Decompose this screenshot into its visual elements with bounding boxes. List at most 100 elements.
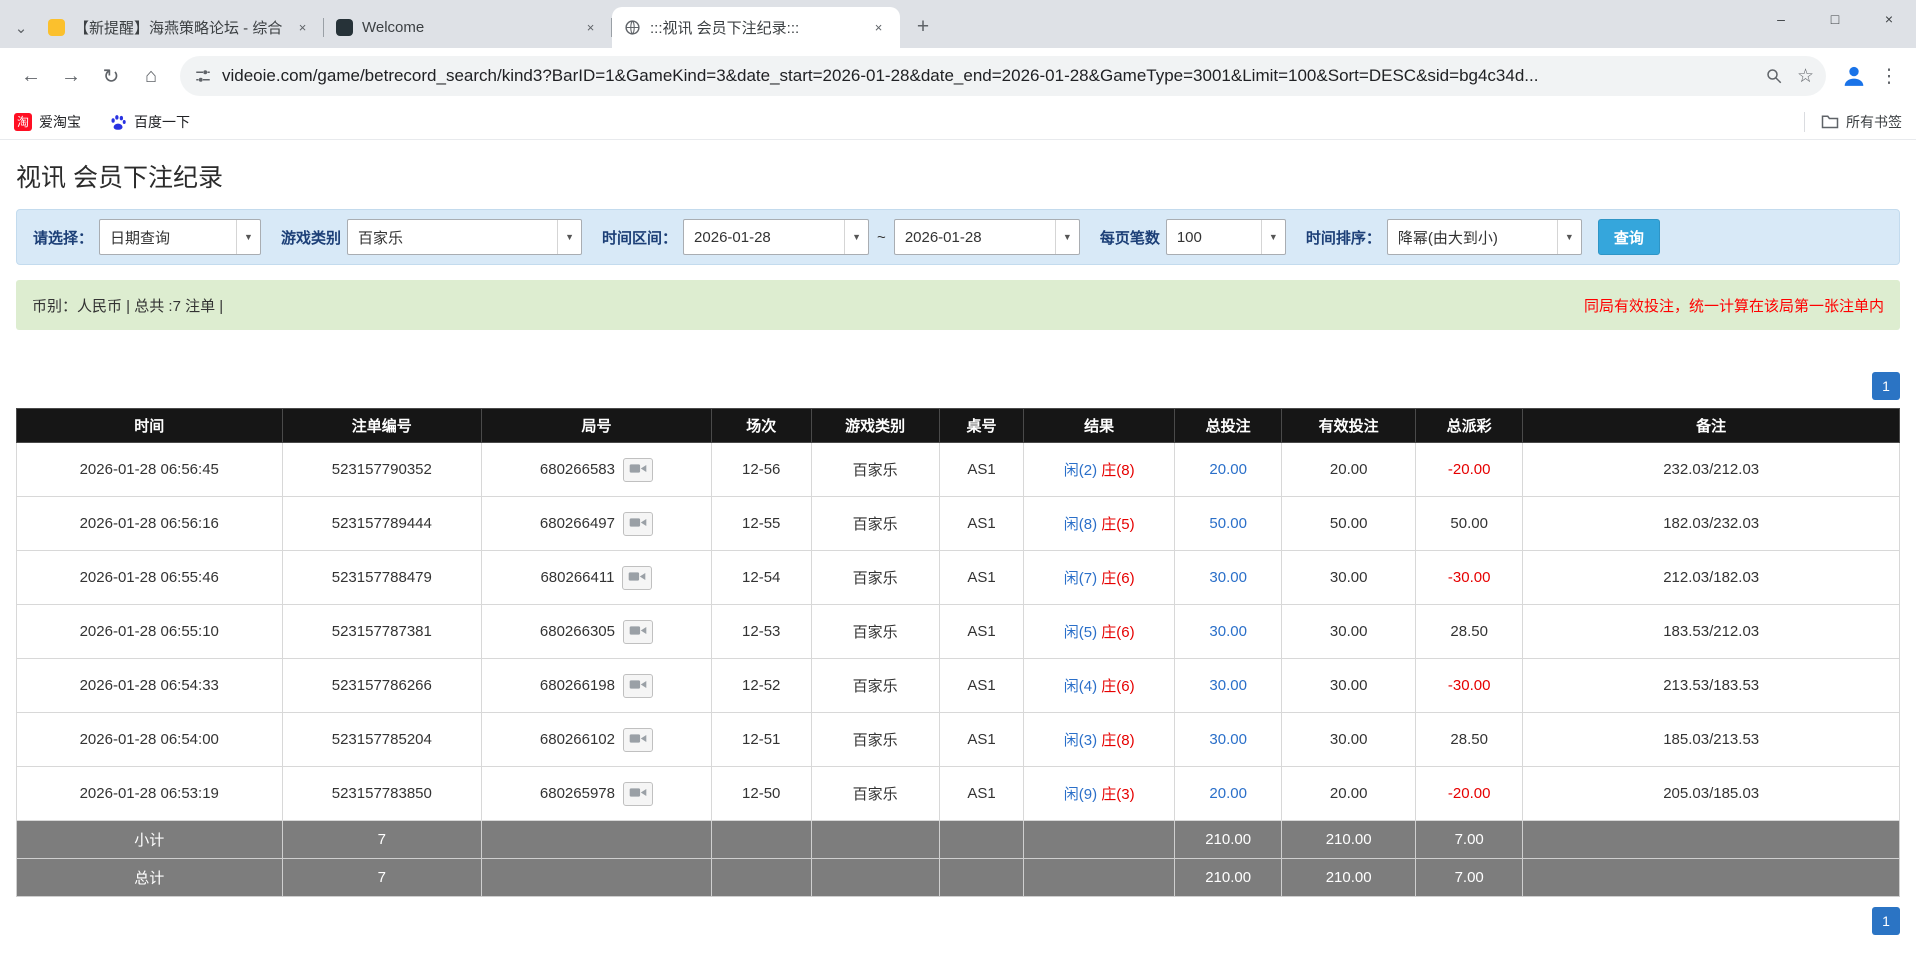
bookmark-baidu[interactable]: 百度一下: [109, 112, 190, 132]
round-replay-button[interactable]: [623, 782, 653, 806]
page-size-select[interactable]: 100 ▼: [1166, 219, 1286, 255]
total-bet-link[interactable]: 20.00: [1209, 785, 1247, 802]
total-bet-link[interactable]: 30.00: [1209, 677, 1247, 694]
forward-button[interactable]: →: [52, 57, 90, 95]
address-bar[interactable]: videoie.com/game/betrecord_search/kind3?…: [180, 56, 1826, 96]
total-row: 总计7210.00210.007.00: [17, 859, 1900, 897]
round-replay-button[interactable]: [622, 566, 652, 590]
maximize-button[interactable]: □: [1808, 0, 1862, 38]
chevron-down-icon[interactable]: ▼: [1261, 220, 1285, 254]
bookmark-label: 爱淘宝: [39, 112, 81, 132]
site-info-icon[interactable]: [194, 67, 212, 85]
valid-bet-cell: 20.00: [1282, 767, 1416, 821]
total-bet-link[interactable]: 30.00: [1209, 569, 1247, 586]
sum-valid-bet-cell: 210.00: [1282, 821, 1416, 859]
minimize-button[interactable]: –: [1754, 0, 1808, 38]
game-type-select[interactable]: 百家乐 ▼: [347, 219, 582, 255]
round-cell: 680266305: [482, 605, 712, 659]
session-cell: 12-51: [711, 713, 811, 767]
url-text[interactable]: videoie.com/game/betrecord_search/kind3?…: [222, 66, 1755, 86]
valid-bet-cell: 30.00: [1282, 713, 1416, 767]
home-button[interactable]: ⌂: [132, 57, 170, 95]
banker-result: 庄(5): [1101, 516, 1134, 533]
date-start-select[interactable]: 2026-01-28 ▼: [683, 219, 869, 255]
back-button[interactable]: ←: [12, 57, 50, 95]
profile-icon[interactable]: [1836, 58, 1872, 94]
page-1-button[interactable]: 1: [1872, 907, 1900, 935]
chevron-down-icon[interactable]: ▼: [236, 220, 260, 254]
round-number: 680266305: [540, 622, 615, 639]
game-type-label: 游戏类别: [281, 227, 341, 248]
payout-cell: 50.00: [1416, 497, 1523, 551]
tab-close-icon[interactable]: ×: [293, 18, 312, 37]
session-cell: 12-54: [711, 551, 811, 605]
round-replay-button[interactable]: [623, 728, 653, 752]
sort-select[interactable]: 降幂(由大到小) ▼: [1387, 219, 1582, 255]
round-replay-button[interactable]: [623, 620, 653, 644]
table-row: 2026-01-28 06:54:00523157785204680266102…: [17, 713, 1900, 767]
tab-search-chevron-icon[interactable]: ⌄: [6, 8, 36, 48]
new-tab-button[interactable]: +: [906, 10, 940, 44]
empty-cell: [482, 859, 712, 897]
round-replay-button[interactable]: [623, 674, 653, 698]
browser-tab-forum[interactable]: 【新提醒】海燕策略论坛 - 综合 ×: [36, 7, 324, 48]
page-content: 视讯 会员下注纪录 请选择： 日期查询 ▼ 游戏类别 百家乐 ▼ 时间区间： 2…: [0, 158, 1916, 935]
note-cell: 182.03/232.03: [1523, 497, 1900, 551]
browser-tab-betrecord[interactable]: :::视讯 会员下注纪录::: ×: [612, 7, 900, 48]
note-cell: 232.03/212.03: [1523, 443, 1900, 497]
filter-bar: 请选择： 日期查询 ▼ 游戏类别 百家乐 ▼ 时间区间： 2026-01-28 …: [16, 209, 1900, 265]
bet-id-cell: 523157785204: [282, 713, 482, 767]
note-cell: 185.03/213.53: [1523, 713, 1900, 767]
query-type-select[interactable]: 日期查询 ▼: [99, 219, 261, 255]
tab-close-icon[interactable]: ×: [869, 18, 888, 37]
chevron-down-icon[interactable]: ▼: [1557, 220, 1581, 254]
chevron-down-icon[interactable]: ▼: [1055, 220, 1079, 254]
reload-button[interactable]: ↻: [92, 57, 130, 95]
bet-id-cell: 523157789444: [282, 497, 482, 551]
table-row: 2026-01-28 06:53:19523157783850680265978…: [17, 767, 1900, 821]
taobao-icon: 淘: [14, 113, 32, 131]
chevron-down-icon[interactable]: ▼: [557, 220, 581, 254]
round-replay-button[interactable]: [623, 512, 653, 536]
bookmark-aitaobao[interactable]: 淘 爱淘宝: [14, 112, 81, 132]
game-type-cell: 百家乐: [811, 659, 939, 713]
total-bet-link[interactable]: 20.00: [1209, 461, 1247, 478]
round-replay-button[interactable]: [623, 458, 653, 482]
sort-label: 时间排序：: [1306, 227, 1381, 248]
query-button[interactable]: 查询: [1598, 219, 1660, 255]
bookmark-star-icon[interactable]: ☆: [1793, 65, 1818, 88]
total-bet-link[interactable]: 30.00: [1209, 623, 1247, 640]
payout-cell: -30.00: [1416, 551, 1523, 605]
date-end-select[interactable]: 2026-01-28 ▼: [894, 219, 1080, 255]
browser-tab-welcome[interactable]: Welcome ×: [324, 7, 612, 48]
currency-summary: 币别：人民币 | 总共 :7 注单 |: [32, 295, 223, 316]
bookmark-label: 百度一下: [134, 112, 190, 132]
tab-title: Welcome: [362, 19, 572, 36]
result-cell: 闲(4) 庄(6): [1024, 659, 1175, 713]
chevron-down-icon[interactable]: ▼: [844, 220, 868, 254]
column-header: 桌号: [939, 409, 1024, 443]
valid-bet-cell: 30.00: [1282, 551, 1416, 605]
bet-id-cell: 523157788479: [282, 551, 482, 605]
close-button[interactable]: ×: [1862, 0, 1916, 38]
result-cell: 闲(9) 庄(3): [1024, 767, 1175, 821]
table-no-cell: AS1: [939, 605, 1024, 659]
round-number: 680266583: [540, 460, 615, 477]
banker-result: 庄(6): [1101, 678, 1134, 695]
table-no-cell: AS1: [939, 551, 1024, 605]
total-bet-link[interactable]: 30.00: [1209, 731, 1247, 748]
round-number: 680265978: [540, 784, 615, 801]
zoom-icon[interactable]: [1765, 67, 1783, 85]
payout-cell: 28.50: [1416, 713, 1523, 767]
total-bet-cell: 30.00: [1175, 551, 1282, 605]
session-cell: 12-52: [711, 659, 811, 713]
total-bet-link[interactable]: 50.00: [1209, 515, 1247, 532]
tab-close-icon[interactable]: ×: [581, 18, 600, 37]
result-cell: 闲(5) 庄(6): [1024, 605, 1175, 659]
payout-cell: 28.50: [1416, 605, 1523, 659]
page-1-button[interactable]: 1: [1872, 372, 1900, 400]
all-bookmarks[interactable]: 所有书签: [1804, 112, 1902, 132]
menu-icon[interactable]: ⋮: [1874, 65, 1904, 88]
pagination-bottom: 1: [16, 907, 1900, 935]
valid-bet-cell: 30.00: [1282, 605, 1416, 659]
